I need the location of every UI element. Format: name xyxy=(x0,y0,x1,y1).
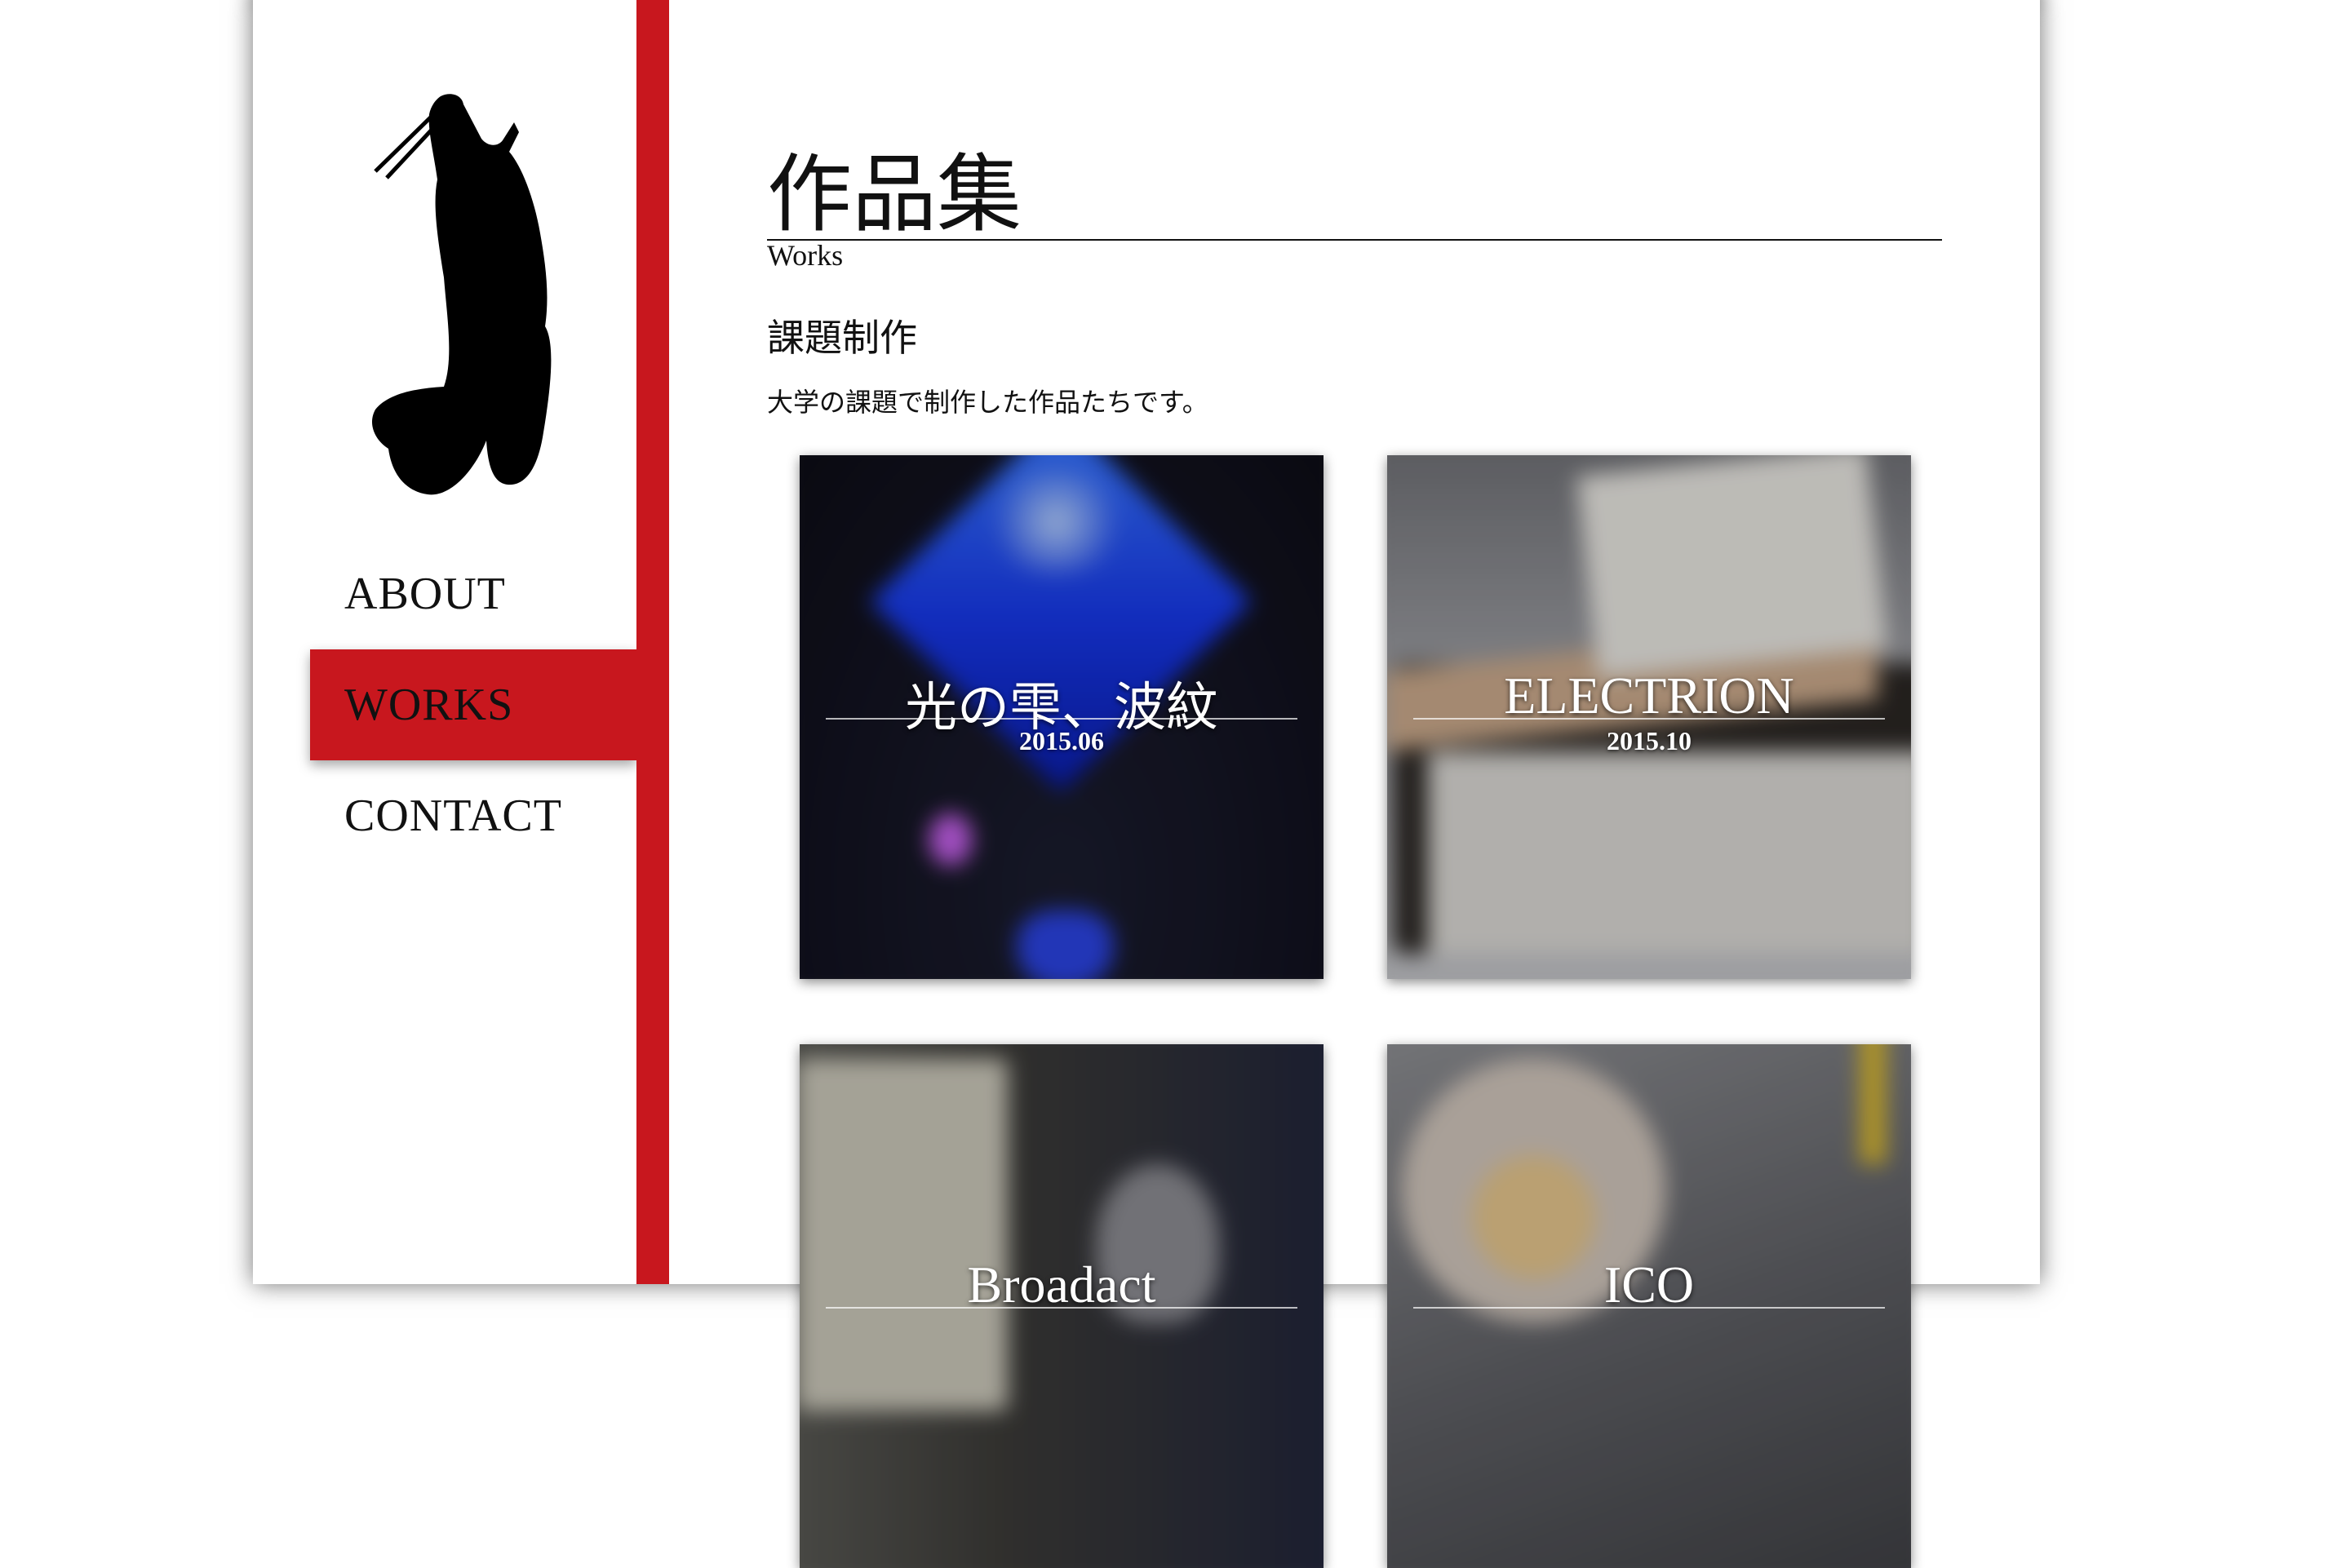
nav-item-works[interactable]: WORKS xyxy=(310,649,636,760)
jumping-silhouette-logo[interactable] xyxy=(359,90,571,498)
work-card[interactable]: ELECTRION 2015.10 xyxy=(1387,455,1911,979)
red-divider-bar xyxy=(636,0,669,1284)
title-divider xyxy=(767,239,1942,241)
work-title: ELECTRION xyxy=(1504,667,1794,724)
section-title: 課題制作 xyxy=(767,317,917,359)
main-nav: ABOUT WORKS CONTACT xyxy=(310,538,636,871)
work-card[interactable]: 光の雫、波紋 2015.06 xyxy=(800,455,1324,979)
work-divider xyxy=(826,718,1297,720)
work-card[interactable]: Broadact xyxy=(800,1044,1324,1568)
nav-item-contact[interactable]: CONTACT xyxy=(310,760,636,871)
nav-item-about[interactable]: ABOUT xyxy=(310,538,636,649)
page-title: 作品集 xyxy=(767,148,1022,242)
work-card[interactable]: ICO xyxy=(1387,1044,1911,1568)
work-divider xyxy=(826,1307,1297,1309)
work-title: Broadact xyxy=(967,1256,1156,1313)
silhouette-shape xyxy=(371,94,552,495)
work-date: 2015.10 xyxy=(1607,726,1692,755)
main-content: 作品集 Works 課題制作 大学の課題で制作した作品たちです。 光の雫、波紋 … xyxy=(767,0,1942,1568)
section-description: 大学の課題で制作した作品たちです。 xyxy=(767,388,1208,417)
work-divider xyxy=(1413,718,1885,720)
page-subtitle: Works xyxy=(767,239,844,272)
work-title: ICO xyxy=(1603,1256,1695,1313)
work-date: 2015.06 xyxy=(1019,726,1104,755)
work-divider xyxy=(1413,1307,1885,1309)
